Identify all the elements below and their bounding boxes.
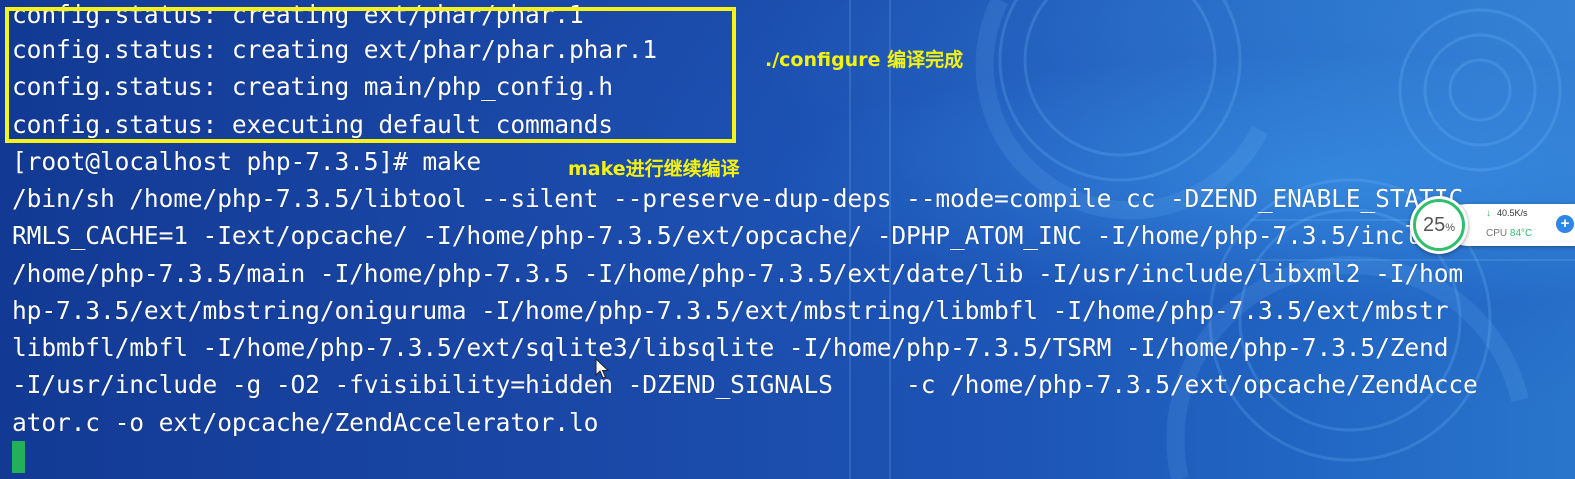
terminal-line: /bin/sh /home/php-7.3.5/libtool --silent… (12, 184, 1478, 213)
mouse-pointer-icon (595, 358, 610, 379)
system-monitor-widget[interactable]: 25% ↓ 40.5K/s CPU 84°C + (1410, 196, 1575, 254)
cpu-usage-gauge[interactable]: 25% (1410, 196, 1468, 254)
terminal-cursor (12, 441, 25, 473)
cpu-usage-unit: % (1445, 222, 1456, 234)
terminal-line: /home/php-7.3.5/main -I/home/php-7.3.5 -… (12, 259, 1464, 288)
network-speed: 40.5K/s (1497, 208, 1528, 218)
cpu-usage-value: 25 (1422, 214, 1446, 236)
down-arrow-icon: ↓ (1486, 208, 1491, 219)
terminal-line: hp-7.3.5/ext/mbstring/oniguruma -I/home/… (12, 296, 1449, 325)
terminal-line: ator.c -o ext/opcache/ZendAccelerator.lo (12, 408, 599, 437)
cpu-label: CPU (1486, 228, 1508, 239)
terminal-line: -I/usr/include -g -O2 -fvisibility=hidde… (12, 370, 1478, 399)
terminal-line: libmbfl/mbfl -I/home/php-7.3.5/ext/sqlit… (12, 333, 1449, 362)
annotation-make-continue: make进行继续编译 (568, 158, 740, 180)
cpu-temp-row: CPU 84°C (1486, 228, 1532, 239)
terminal-line: RMLS_CACHE=1 -Iext/opcache/ -I/home/php-… (12, 221, 1464, 250)
boost-button-icon[interactable]: + (1556, 215, 1574, 233)
annotation-configure-done: ./configure 编译完成 (765, 49, 964, 71)
network-speed-row: ↓ 40.5K/s (1486, 208, 1528, 219)
highlight-box (5, 7, 736, 143)
cpu-usage-text: 25% (1410, 214, 1468, 237)
cpu-temp: 84°C (1509, 228, 1533, 239)
terminal-prompt-line: [root@localhost php-7.3.5]# make (12, 147, 482, 176)
